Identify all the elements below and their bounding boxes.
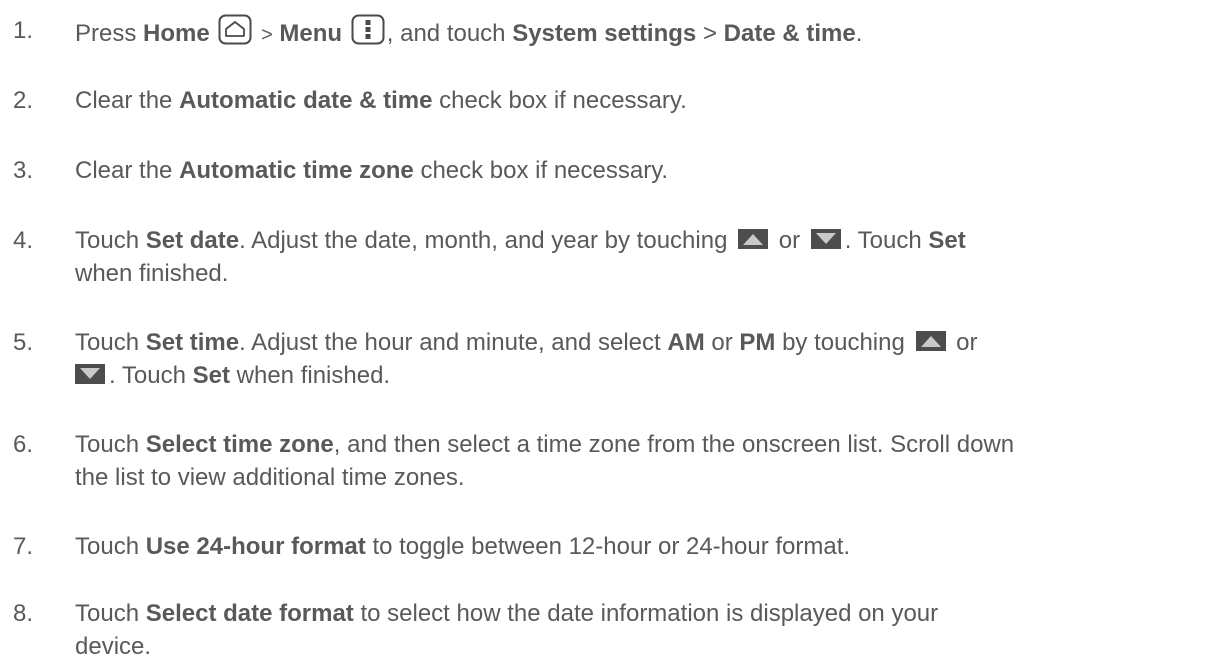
step-text: Touch Select time zone, and then select … — [75, 428, 1215, 494]
step-text: Touch Select date format to select how t… — [75, 597, 1215, 663]
use-24-hour-format-label: Use 24-hour format — [145, 533, 366, 560]
pm-label: PM — [739, 329, 776, 356]
set-time-label: Set time — [145, 329, 240, 356]
select-date-format-label: Select date format — [145, 600, 354, 627]
step-number: 7. — [13, 533, 34, 560]
step-text: Touch Set date. Adjust the date, month, … — [75, 224, 1215, 290]
text-segment: Touch — [75, 329, 140, 356]
text-segment: Clear the — [75, 87, 173, 114]
select-time-zone-label: Select time zone — [145, 431, 334, 458]
text-segment: Press — [75, 20, 137, 47]
system-settings-label: System settings — [512, 20, 697, 47]
step-number: 3. — [13, 157, 34, 184]
step-text: Clear the Automatic date & time check bo… — [75, 84, 1215, 117]
text-segment: . Adjust the date, month, and year by to… — [239, 227, 728, 254]
text-segment: to toggle between 12-hour or 24-hour for… — [372, 533, 851, 560]
set-label: Set — [192, 362, 230, 389]
text-segment: by touching — [782, 329, 905, 356]
text-segment: device. — [75, 633, 152, 660]
set-label: Set — [928, 227, 966, 254]
step-text: Press Home > Menu , and touch System set… — [75, 14, 1215, 47]
text-segment: check box if necessary. — [439, 87, 687, 114]
down-arrow-icon — [810, 229, 841, 249]
text-segment: Touch — [75, 600, 140, 627]
up-arrow-icon — [915, 331, 946, 351]
date-time-label: Date & time — [723, 20, 856, 47]
text-segment: or — [778, 227, 801, 254]
menu-label: Menu — [279, 20, 343, 47]
text-segment: or — [711, 329, 733, 356]
up-arrow-icon — [738, 229, 769, 249]
text-segment: Touch — [75, 227, 140, 254]
step-text: Touch Set time. Adjust the hour and minu… — [75, 326, 1215, 392]
menu-key-icon — [351, 14, 385, 45]
text-segment: when finished. — [75, 260, 229, 287]
step-number: 5. — [13, 329, 34, 356]
text-segment: check box if necessary. — [420, 157, 669, 184]
step-text: Clear the Automatic time zone check box … — [75, 154, 1215, 187]
text-segment: when finished. — [236, 362, 391, 389]
text-segment: Clear the — [75, 157, 173, 184]
text-segment: , and touch — [386, 20, 506, 47]
text-segment: > — [261, 24, 273, 46]
step-number: 2. — [13, 87, 34, 114]
automatic-date-time-label: Automatic date & time — [179, 87, 433, 114]
text-segment: . Touch — [844, 227, 922, 254]
set-date-label: Set date — [145, 227, 240, 254]
home-key-icon — [218, 14, 252, 45]
text-segment: to select how the date information is di… — [360, 600, 939, 627]
step-number: 1. — [13, 17, 34, 44]
am-label: AM — [667, 329, 705, 356]
text-segment: > — [702, 20, 717, 47]
step-text: Touch Use 24-hour format to toggle betwe… — [75, 530, 1215, 563]
text-segment: . — [855, 20, 863, 47]
text-segment: the list to view additional time zones. — [75, 464, 465, 491]
step-number: 8. — [13, 600, 34, 627]
text-segment: Touch — [75, 431, 140, 458]
text-segment: . Adjust the hour and minute, and select — [239, 329, 661, 356]
automatic-time-zone-label: Automatic time zone — [179, 157, 414, 184]
text-segment: or — [956, 329, 978, 356]
home-label: Home — [143, 20, 210, 47]
text-segment: , and then select a time zone from the o… — [333, 431, 1015, 458]
step-number: 4. — [13, 227, 34, 254]
step-number: 6. — [13, 431, 34, 458]
text-segment: Touch — [75, 533, 140, 560]
down-arrow-icon — [75, 364, 105, 384]
text-segment: . Touch — [109, 362, 186, 389]
